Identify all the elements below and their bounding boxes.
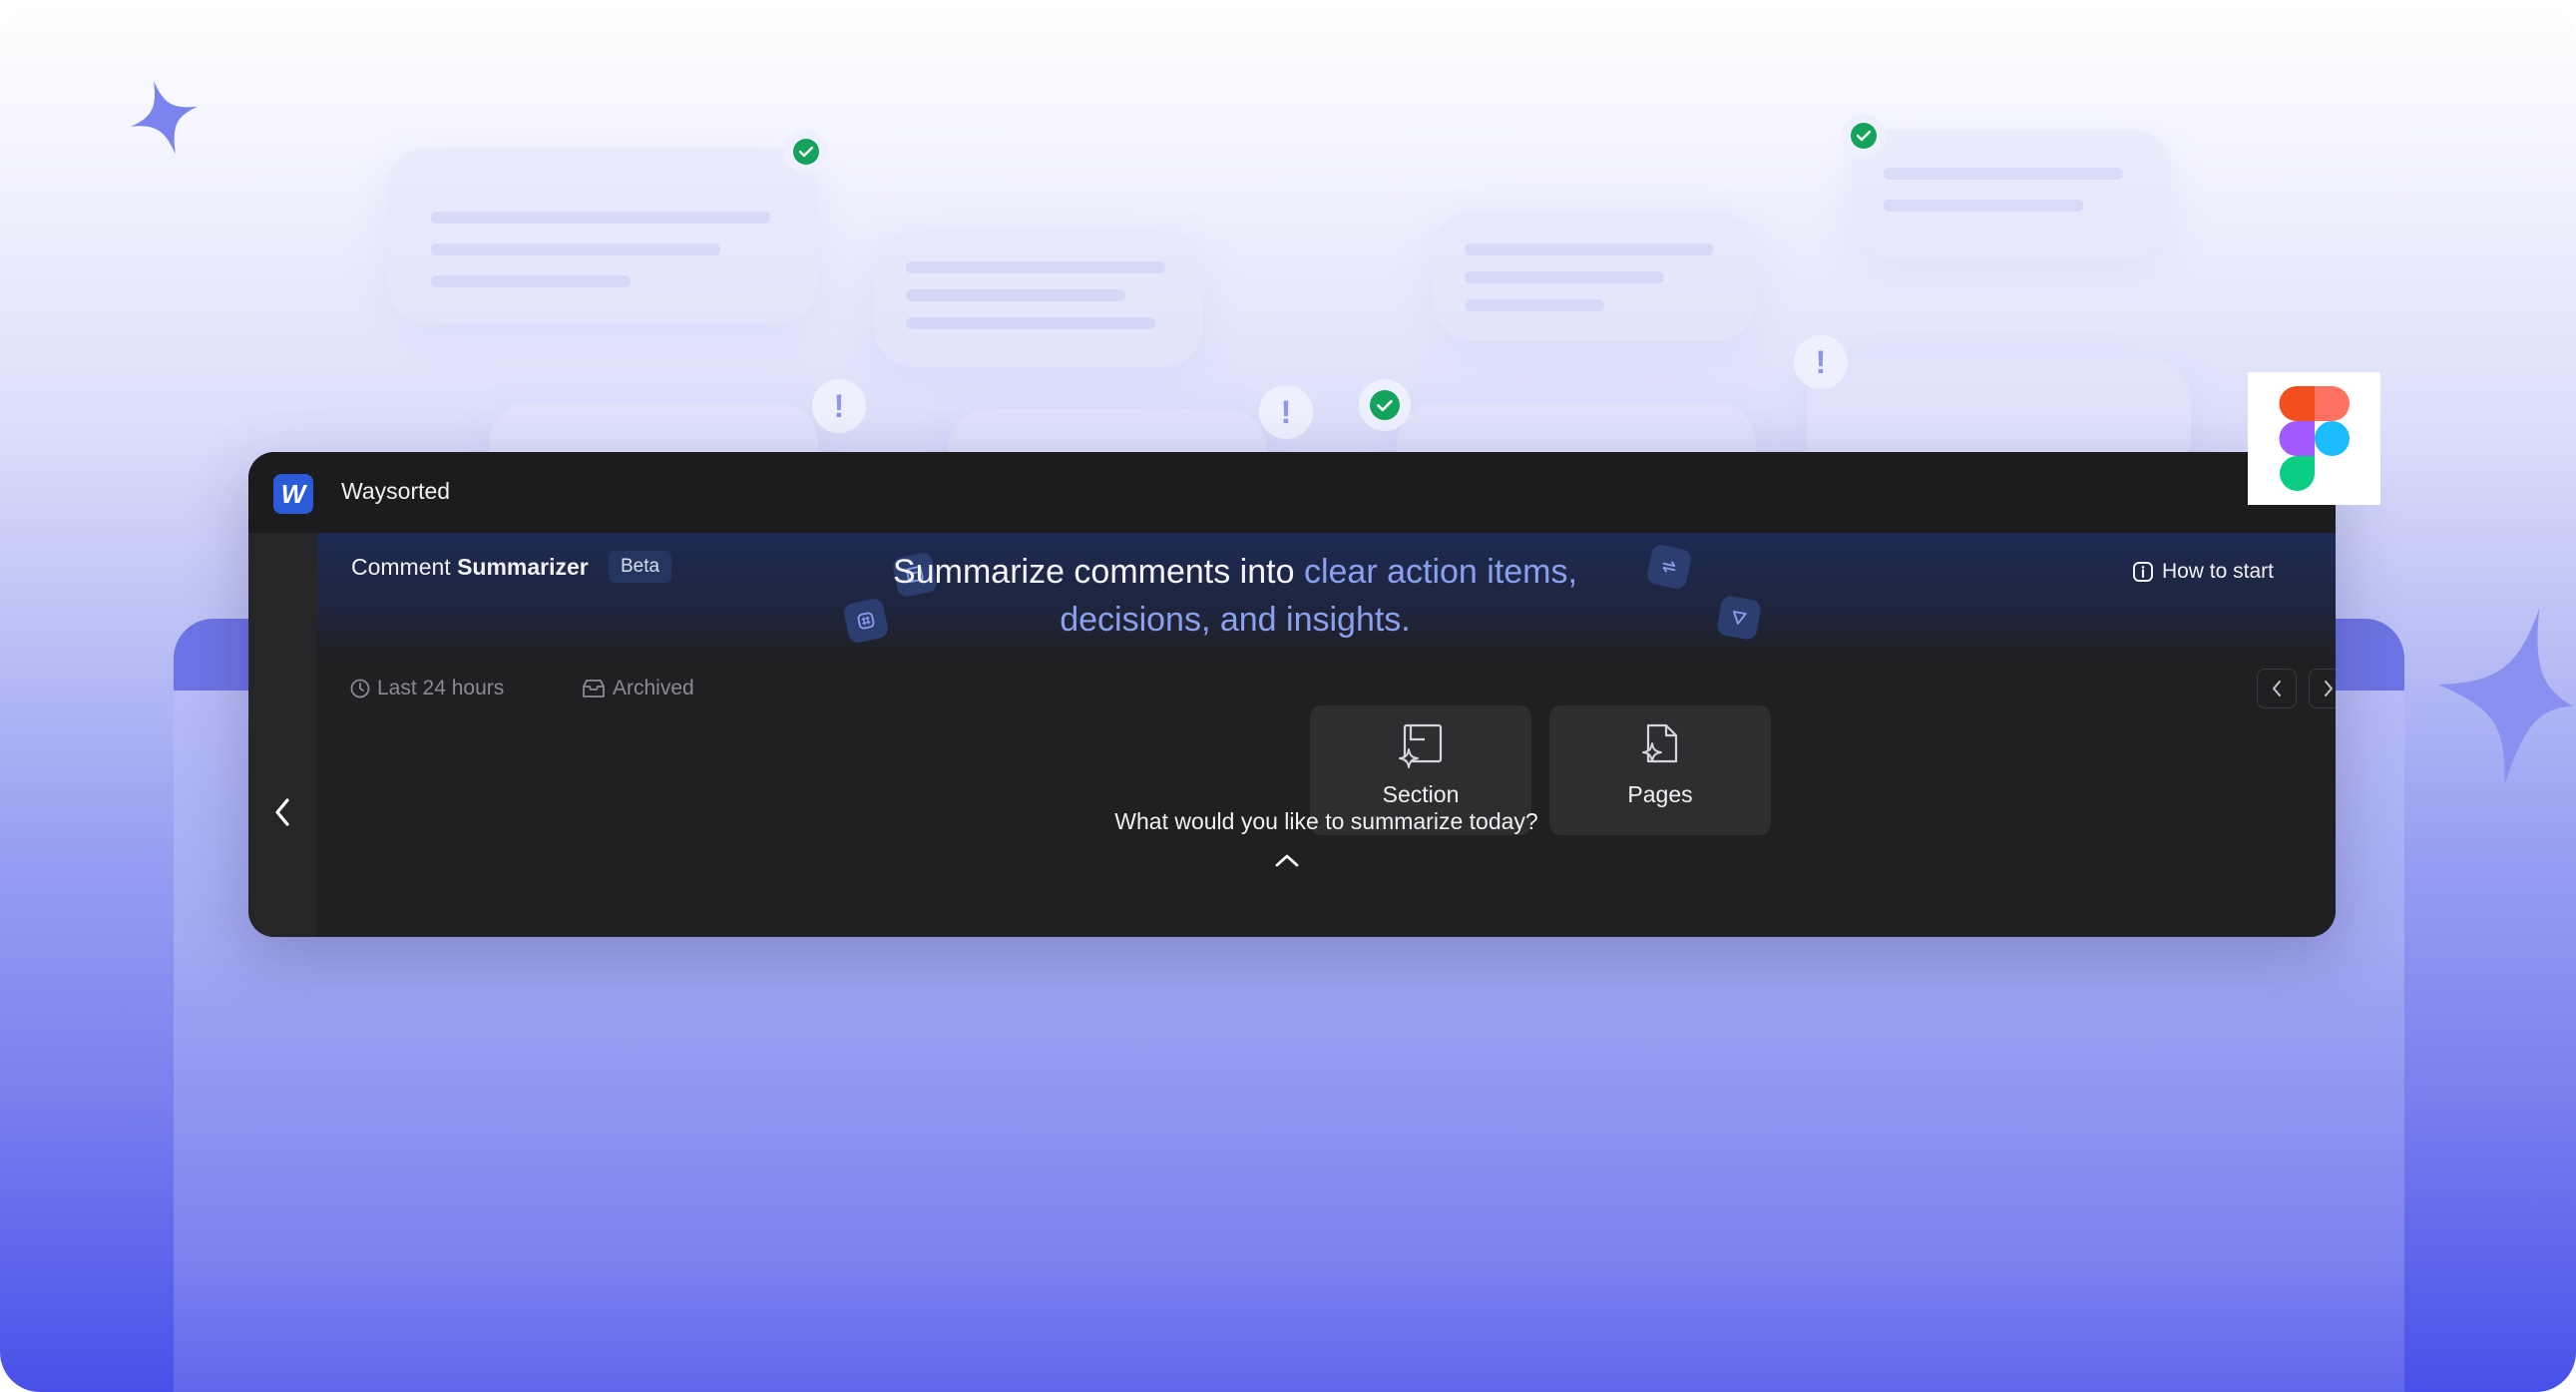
ghost-line — [1465, 299, 1604, 311]
background-canvas: ! ! ! W Waysorted Comment Summarizer Bet… — [0, 0, 2576, 1392]
title-bar: W Waysorted — [248, 452, 2336, 533]
ghost-line — [1884, 200, 2083, 212]
figma-logo — [2248, 372, 2380, 505]
sparkle-icon — [131, 81, 199, 155]
summarize-prompt: What would you like to summarize today? — [1114, 808, 1538, 834]
ghost-comment-bubble — [387, 148, 818, 323]
ghost-line — [1465, 243, 1714, 255]
clock-icon — [350, 679, 370, 698]
filter-label: Archived — [613, 677, 694, 699]
unresolved-alert-icon: ! — [1794, 335, 1848, 389]
ghost-line — [431, 243, 720, 255]
app-name: Waysorted — [341, 478, 451, 504]
sparkle-icon — [2438, 607, 2573, 786]
ghost-comment-bubble — [1852, 130, 2171, 259]
back-chevron-icon[interactable] — [272, 796, 292, 828]
beta-badge: Beta — [609, 551, 672, 583]
section-option-label: Section — [1382, 781, 1460, 807]
resolved-check-icon — [1842, 114, 1886, 158]
ghost-line — [1465, 271, 1664, 283]
plugin-window: W Waysorted Comment Summarizer Beta Summ… — [248, 452, 2336, 937]
unresolved-alert-icon: ! — [1259, 385, 1313, 439]
page-sparkle-icon — [1642, 723, 1678, 763]
chevron-right-icon — [2325, 681, 2333, 696]
ghost-line — [906, 289, 1125, 301]
hero-headline: Summarize comments into clear action ite… — [893, 553, 1577, 639]
filter-archived[interactable]: Archived — [581, 677, 694, 700]
chevron-left-icon — [2273, 681, 2281, 696]
how-to-start-link[interactable]: How to start — [2132, 560, 2274, 584]
section-sparkle-icon — [1399, 723, 1443, 768]
refresh-icon — [1645, 543, 1693, 591]
pages-option-label: Pages — [1627, 781, 1693, 807]
archive-icon — [583, 680, 605, 697]
unresolved-alert-icon: ! — [812, 379, 866, 433]
prev-button[interactable] — [2257, 669, 2297, 708]
resolved-check-icon — [1359, 379, 1411, 431]
ghost-line — [906, 261, 1165, 273]
ghost-line — [431, 212, 770, 224]
hero-banner: Comment Summarizer Beta Summarize commen… — [317, 533, 2336, 661]
ghost-line — [906, 317, 1155, 329]
resolved-check-icon — [784, 130, 828, 174]
info-icon — [2132, 562, 2153, 582]
filter-label: Last 24 hours — [377, 677, 505, 699]
left-rail — [248, 533, 317, 937]
plugin-title: Comment Summarizer — [351, 554, 589, 580]
how-to-start-label: How to start — [2161, 560, 2274, 583]
filter-last-24-hours[interactable]: Last 24 hours — [349, 677, 504, 700]
next-button[interactable] — [2309, 669, 2336, 708]
ghost-line — [431, 275, 631, 287]
collapse-chevron-icon[interactable] — [1274, 852, 1300, 868]
ghost-line — [1884, 168, 2123, 180]
app-logo: W — [273, 474, 313, 514]
plugin-content: Comment Summarizer Beta Summarize commen… — [317, 533, 2336, 937]
figma-icon — [2279, 385, 2350, 491]
send-icon — [1715, 594, 1763, 642]
